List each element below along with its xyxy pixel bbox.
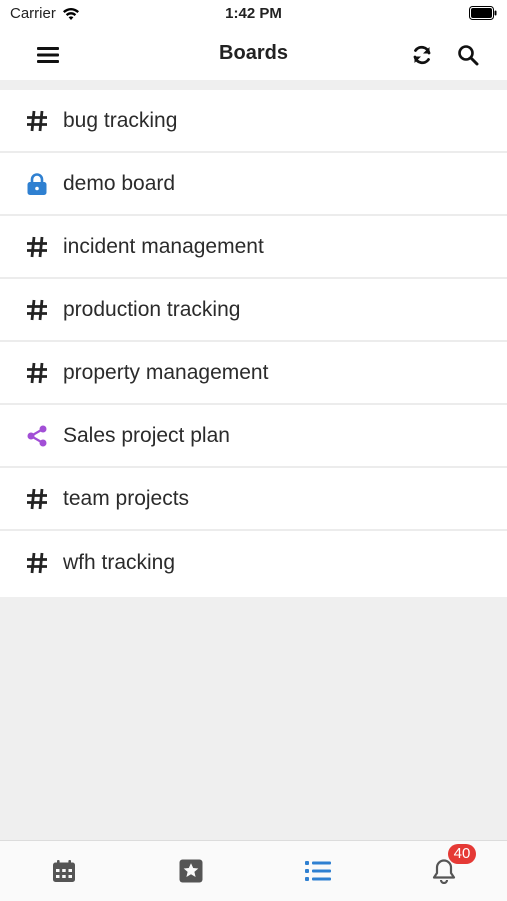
board-item-incident-management[interactable]: incident management — [0, 216, 507, 279]
hash-icon — [25, 487, 49, 511]
header-divider — [0, 80, 507, 90]
board-item-demo-board[interactable]: demo board — [0, 153, 507, 216]
hash-icon — [25, 109, 49, 133]
status-bar: Carrier 1:42 PM — [0, 0, 507, 28]
board-item-bug-tracking[interactable]: bug tracking — [0, 90, 507, 153]
board-item-sales-project-plan[interactable]: Sales project plan — [0, 405, 507, 468]
lock-icon — [25, 172, 49, 196]
board-label: team projects — [63, 486, 190, 510]
board-label: production tracking — [63, 297, 241, 321]
board-label: demo board — [63, 171, 176, 195]
list-icon[interactable] — [298, 851, 338, 891]
refresh-icon[interactable] — [405, 38, 439, 72]
star-icon[interactable] — [171, 851, 211, 891]
empty-content-area — [0, 597, 507, 840]
share-icon — [25, 424, 49, 448]
board-list: bug tracking demo board incident managem… — [0, 90, 507, 594]
search-icon[interactable] — [451, 38, 485, 72]
clock: 1:42 PM — [225, 5, 282, 22]
board-item-wfh-tracking[interactable]: wfh tracking — [0, 531, 507, 594]
hash-icon — [25, 298, 49, 322]
board-label: property management — [63, 360, 269, 384]
board-label: Sales project plan — [63, 423, 230, 447]
board-label: incident management — [63, 234, 264, 258]
calendar-icon[interactable] — [44, 851, 84, 891]
board-label: bug tracking — [63, 108, 178, 132]
board-label: wfh tracking — [63, 550, 176, 574]
board-item-team-projects[interactable]: team projects — [0, 468, 507, 531]
hash-icon — [25, 235, 49, 259]
notification-badge: 40 — [448, 844, 476, 864]
hash-icon — [25, 551, 49, 575]
navigation-bar: Boards — [0, 28, 507, 80]
hash-icon — [25, 361, 49, 385]
board-item-property-management[interactable]: property management — [0, 342, 507, 405]
battery-icon — [469, 6, 497, 24]
tab-bar — [0, 840, 507, 901]
board-item-production-tracking[interactable]: production tracking — [0, 279, 507, 342]
